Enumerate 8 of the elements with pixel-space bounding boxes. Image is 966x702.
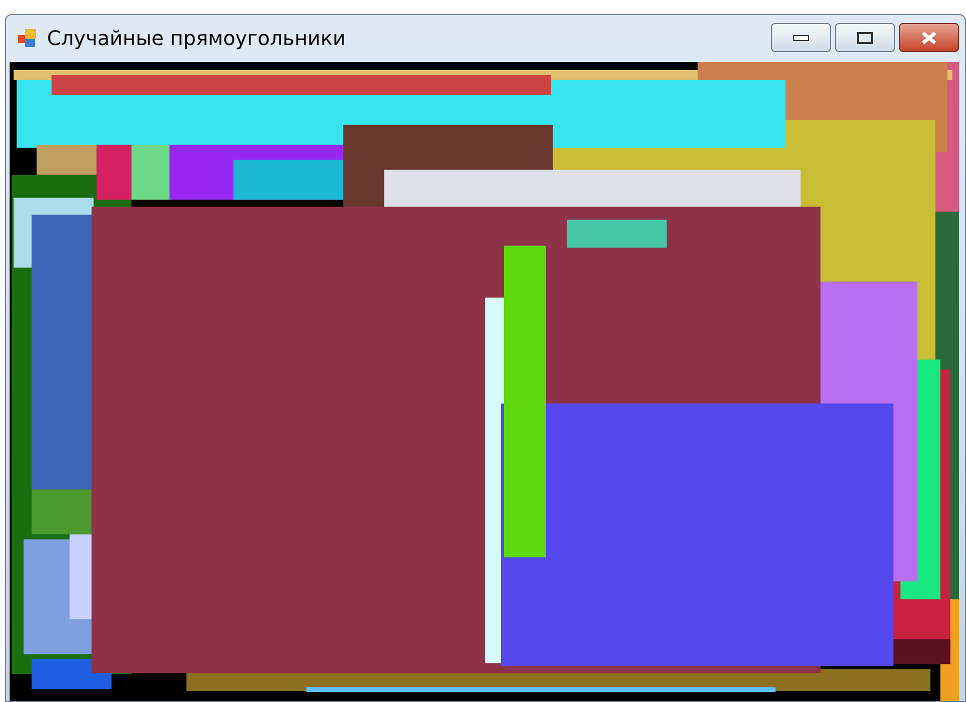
maximize-button[interactable] [835,23,895,52]
close-icon [921,30,937,44]
maximize-icon [857,32,873,44]
window-title: Случайные прямоугольники [47,26,347,50]
minimize-icon [793,34,809,40]
app-icon [17,28,39,48]
minimize-button[interactable] [771,23,831,52]
close-button[interactable] [899,23,959,52]
